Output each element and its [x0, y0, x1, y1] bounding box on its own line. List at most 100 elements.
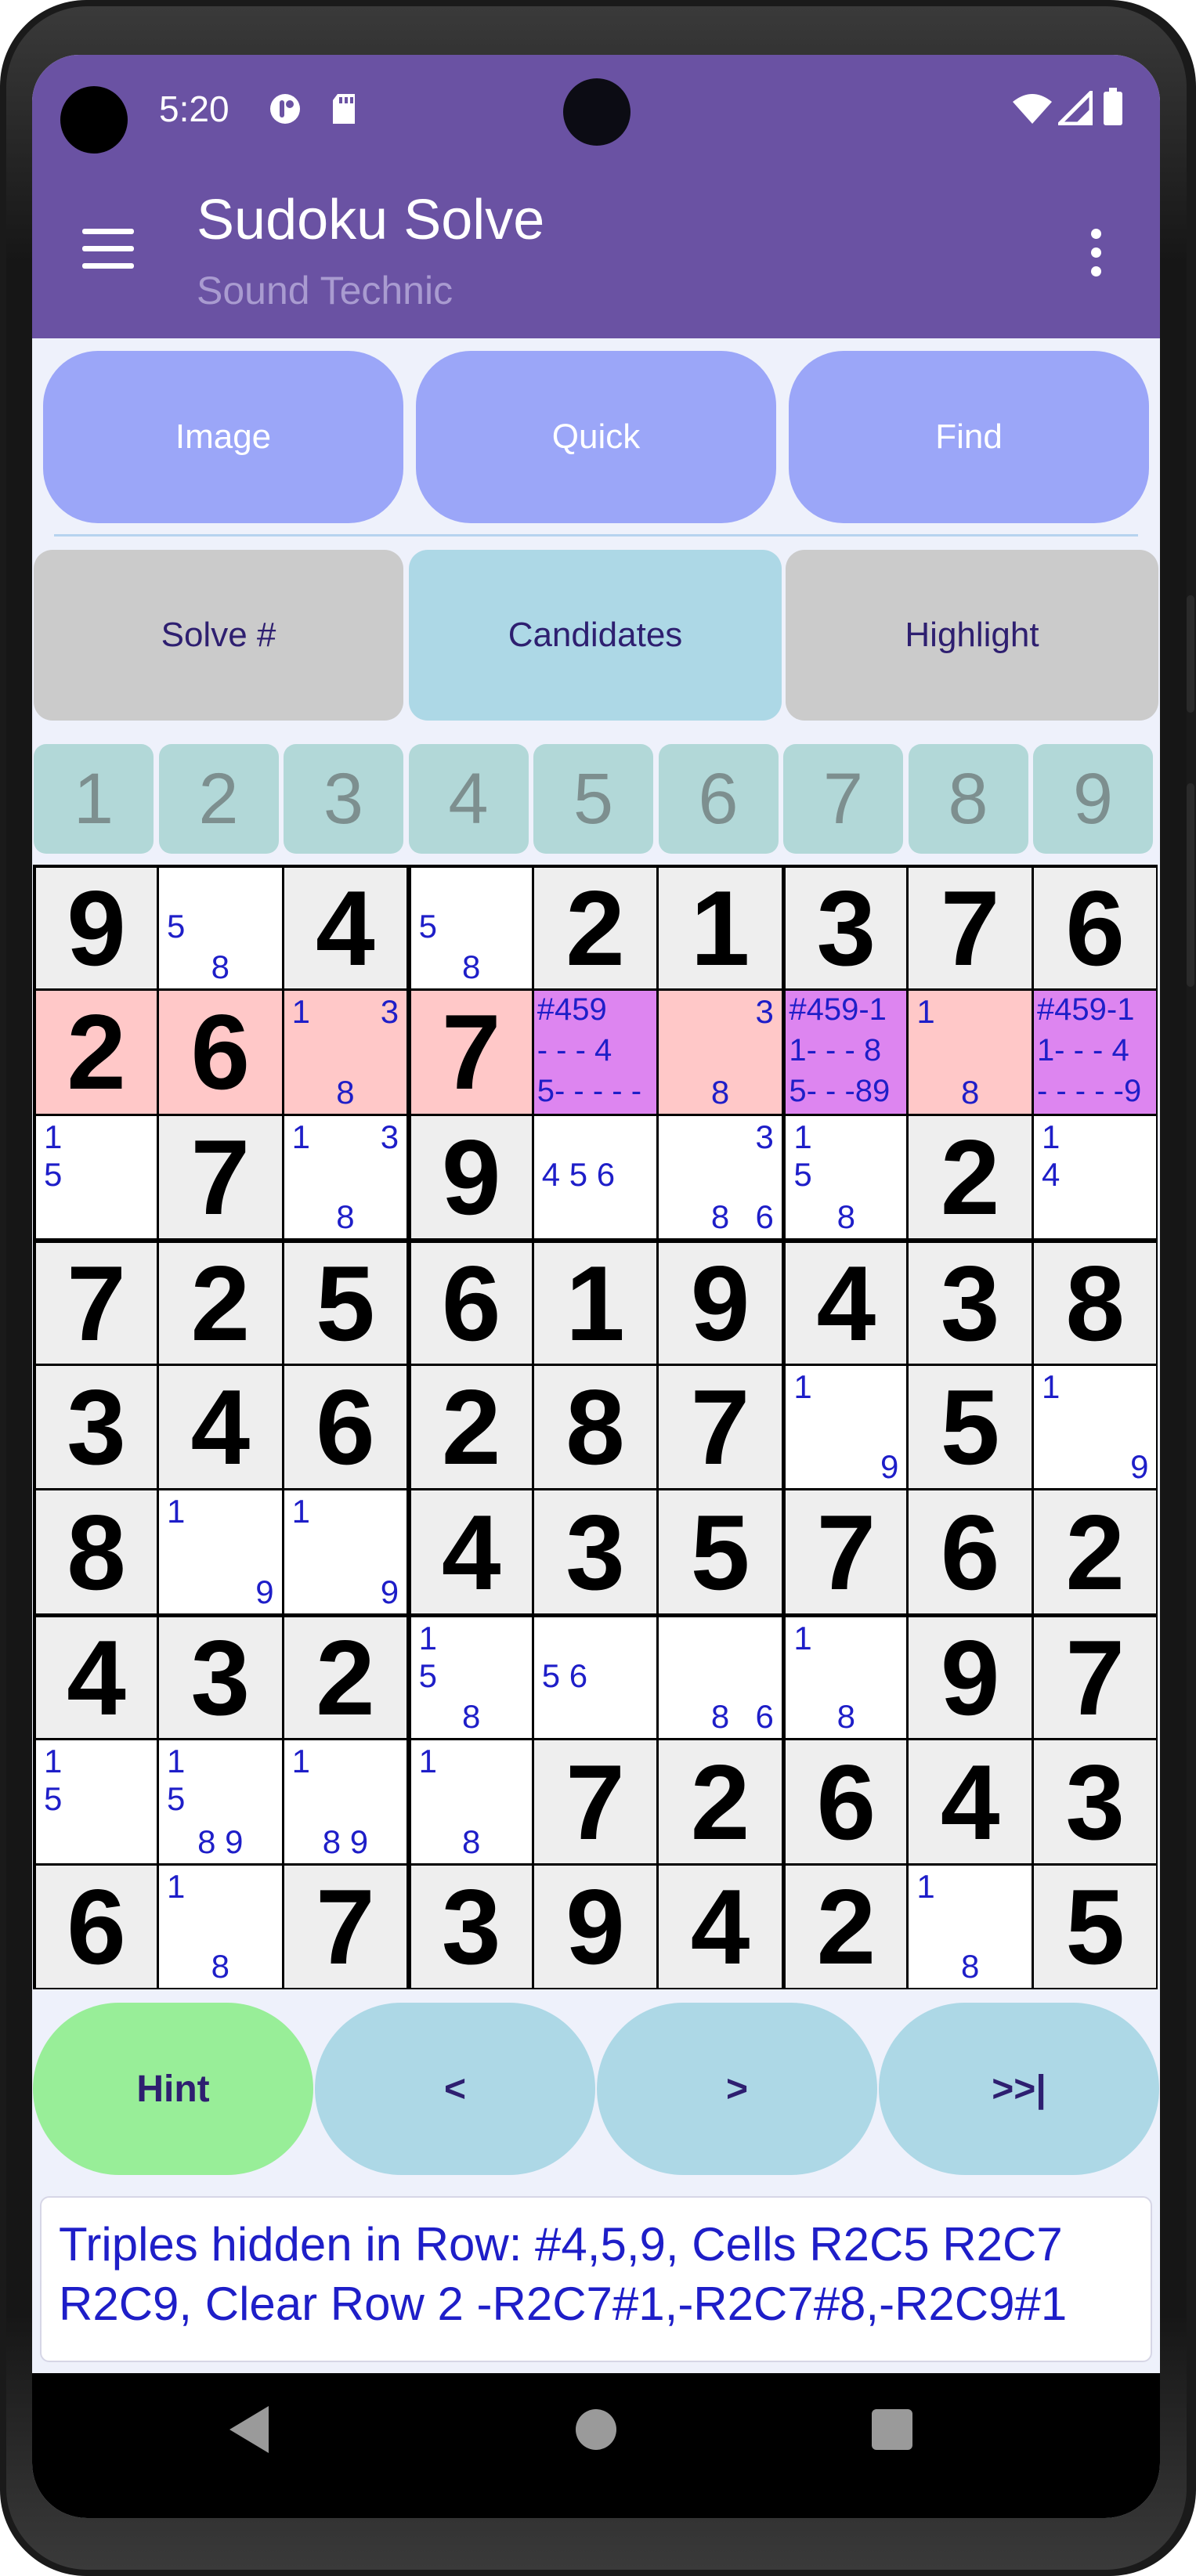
grid-cell[interactable]: 1 — [533, 1242, 657, 1364]
grid-cell[interactable]: #459 - - - 4 5- - - - - — [533, 991, 657, 1114]
candidates-button[interactable]: Candidates — [409, 550, 782, 721]
grid-cell[interactable]: 19 — [159, 1490, 282, 1613]
grid-cell[interactable]: #459-1 1- - - 8 5- - -89 — [786, 991, 907, 1114]
grid-cell[interactable]: 7 — [659, 1365, 782, 1489]
grid-cell[interactable]: 6 — [159, 991, 282, 1114]
grid-cell[interactable]: 3 — [36, 1365, 157, 1489]
number-key-9[interactable]: 9 — [1033, 744, 1153, 854]
grid-cell[interactable]: 4 — [284, 868, 407, 989]
grid-cell[interactable]: 68 — [659, 1617, 782, 1739]
find-button[interactable]: Find — [789, 351, 1149, 523]
grid-cell[interactable]: 6 — [909, 1490, 1032, 1613]
grid-cell[interactable]: 4 — [659, 1865, 782, 1989]
back-nav-icon[interactable] — [229, 2406, 269, 2453]
grid-cell[interactable]: 3 — [159, 1617, 282, 1739]
grid-cell[interactable]: 5 6 — [533, 1617, 657, 1739]
grid-cell[interactable]: 19 — [786, 1365, 907, 1489]
grid-cell[interactable]: 2 — [786, 1865, 907, 1989]
grid-cell[interactable]: 7 — [410, 991, 532, 1114]
grid-cell[interactable]: 7 — [159, 1115, 282, 1239]
grid-cell[interactable]: 14 — [1033, 1115, 1157, 1239]
grid-cell[interactable]: 2 — [36, 991, 157, 1114]
grid-cell[interactable]: 18 — [410, 1740, 532, 1863]
grid-cell[interactable]: 2 — [410, 1365, 532, 1489]
grid-cell[interactable]: 2 — [533, 868, 657, 989]
grid-cell[interactable]: 8 — [1033, 1242, 1157, 1364]
grid-cell[interactable]: 2 — [659, 1740, 782, 1863]
grid-cell[interactable]: 9 — [533, 1865, 657, 1989]
grid-cell[interactable]: 6 — [36, 1865, 157, 1989]
grid-cell[interactable]: 3 — [1033, 1740, 1157, 1863]
grid-cell[interactable]: 15 — [36, 1740, 157, 1863]
grid-cell[interactable]: 3 — [410, 1865, 532, 1989]
quick-button[interactable]: Quick — [416, 351, 776, 523]
hint-button[interactable]: Hint — [33, 2003, 313, 2175]
grid-cell[interactable]: 58 — [159, 868, 282, 989]
grid-cell[interactable]: 5 — [1033, 1865, 1157, 1989]
solve-number-button[interactable]: Solve # — [34, 550, 403, 721]
grid-cell[interactable]: 158 — [410, 1617, 532, 1739]
grid-cell[interactable]: 19 — [284, 1490, 407, 1613]
number-key-8[interactable]: 8 — [908, 744, 1028, 854]
grid-cell[interactable]: 4 — [36, 1617, 157, 1739]
grid-cell[interactable]: 5 — [909, 1365, 1032, 1489]
next-step-button[interactable]: > — [597, 2003, 877, 2175]
grid-cell[interactable]: #459-1 1- - - 4 - - - - -9 — [1033, 991, 1157, 1114]
number-key-7[interactable]: 7 — [783, 744, 903, 854]
grid-cell[interactable]: 9 — [36, 868, 157, 989]
home-nav-icon[interactable] — [576, 2409, 616, 2450]
grid-cell[interactable]: 2 — [284, 1617, 407, 1739]
grid-cell[interactable]: 3 — [786, 868, 907, 989]
grid-cell[interactable]: 5 — [659, 1490, 782, 1613]
grid-cell[interactable]: 5 — [284, 1242, 407, 1364]
grid-cell[interactable]: 15 — [36, 1115, 157, 1239]
grid-cell[interactable]: 6 — [1033, 868, 1157, 989]
grid-cell[interactable]: 18 — [909, 1865, 1032, 1989]
grid-cell[interactable]: 3 — [909, 1242, 1032, 1364]
grid-cell[interactable]: 7 — [1033, 1617, 1157, 1739]
number-key-2[interactable]: 2 — [158, 744, 279, 854]
grid-cell[interactable]: 1 3 8 — [284, 1115, 407, 1239]
grid-cell[interactable]: 9 — [659, 1242, 782, 1364]
grid-cell[interactable]: 4 — [159, 1365, 282, 1489]
grid-cell[interactable]: 18 — [159, 1865, 282, 1989]
grid-cell[interactable]: 4 — [786, 1242, 907, 1364]
menu-icon[interactable] — [82, 229, 137, 269]
grid-cell[interactable]: 2 — [909, 1115, 1032, 1239]
last-step-button[interactable]: >>| — [879, 2003, 1159, 2175]
grid-cell[interactable]: 2 — [1033, 1490, 1157, 1613]
grid-cell[interactable]: 7 — [909, 868, 1032, 989]
grid-cell[interactable]: 15 8 9 — [159, 1740, 282, 1863]
grid-cell[interactable]: 3 — [533, 1490, 657, 1613]
grid-cell[interactable]: 4 5 6 — [533, 1115, 657, 1239]
grid-cell[interactable]: 38 — [659, 991, 782, 1114]
overflow-menu-icon[interactable] — [1091, 229, 1102, 277]
number-key-6[interactable]: 6 — [658, 744, 779, 854]
grid-cell[interactable]: 4 — [909, 1740, 1032, 1863]
grid-cell[interactable]: 18 — [786, 1617, 907, 1739]
grid-cell[interactable]: 1 — [659, 868, 782, 989]
grid-cell[interactable]: 158 — [786, 1115, 907, 1239]
number-key-1[interactable]: 1 — [34, 744, 154, 854]
grid-cell[interactable]: 7 — [786, 1490, 907, 1613]
number-key-4[interactable]: 4 — [408, 744, 529, 854]
highlight-button[interactable]: Highlight — [786, 550, 1158, 721]
recents-nav-icon[interactable] — [872, 2409, 912, 2450]
grid-cell[interactable]: 19 — [1033, 1365, 1157, 1489]
grid-cell[interactable]: 6 — [786, 1740, 907, 1863]
grid-cell[interactable]: 9 — [909, 1617, 1032, 1739]
image-button[interactable]: Image — [43, 351, 403, 523]
grid-cell[interactable]: 8 — [533, 1365, 657, 1489]
grid-cell[interactable]: 8 — [36, 1490, 157, 1613]
grid-cell[interactable]: 18 — [909, 991, 1032, 1114]
previous-step-button[interactable]: < — [315, 2003, 595, 2175]
grid-cell[interactable]: 6 — [284, 1365, 407, 1489]
grid-cell[interactable]: 6 — [410, 1242, 532, 1364]
grid-cell[interactable]: 7 — [36, 1242, 157, 1364]
grid-cell[interactable]: 368 — [659, 1115, 782, 1239]
number-key-5[interactable]: 5 — [533, 744, 653, 854]
grid-cell[interactable]: 9 — [410, 1115, 532, 1239]
grid-cell[interactable]: 2 — [159, 1242, 282, 1364]
grid-cell[interactable]: 7 — [533, 1740, 657, 1863]
grid-cell[interactable]: 1 8 9 — [284, 1740, 407, 1863]
